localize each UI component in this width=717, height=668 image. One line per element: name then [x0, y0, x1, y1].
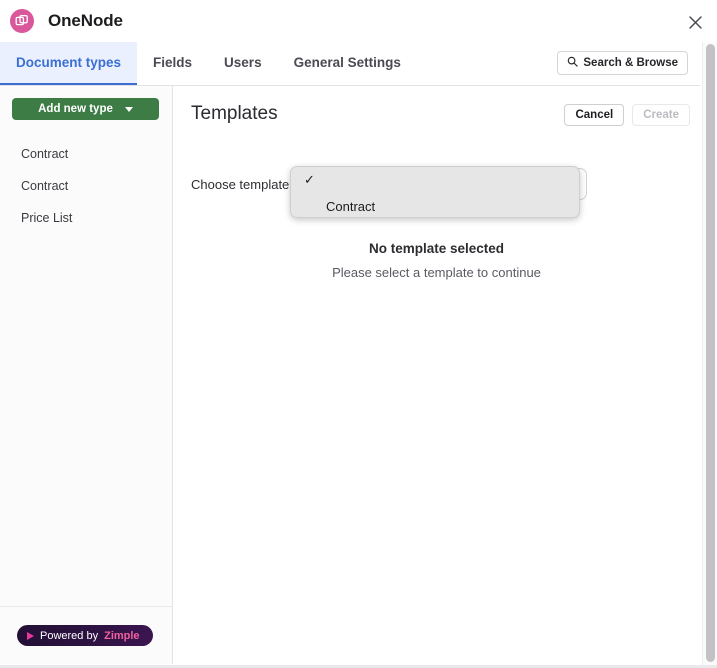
- search-and-browse-button[interactable]: Search & Browse: [557, 51, 688, 75]
- tab-label: Users: [224, 55, 262, 70]
- sidebar-item-label: Contract: [21, 147, 69, 161]
- sidebar-item-contract-2[interactable]: Contract: [0, 170, 173, 202]
- search-and-browse-label: Search & Browse: [583, 57, 678, 69]
- tab-document-types[interactable]: Document types: [0, 42, 138, 85]
- template-select-dropdown[interactable]: ✓ Contract: [290, 166, 580, 218]
- tab-bar: Document types Fields Users General Sett…: [0, 42, 700, 86]
- sidebar: Add new type Contract Contract Price Lis…: [0, 86, 173, 664]
- vertical-scrollbar[interactable]: [702, 42, 717, 668]
- tab-users[interactable]: Users: [208, 42, 278, 85]
- dropdown-option-contract[interactable]: Contract: [291, 193, 579, 217]
- dropdown-option-label: Contract: [326, 198, 376, 214]
- tab-label: Document types: [16, 55, 122, 70]
- onenode-logo-icon: [10, 9, 34, 33]
- checkmark-icon: ✓: [304, 172, 315, 187]
- sidebar-item-contract-1[interactable]: Contract: [0, 138, 173, 170]
- title-bar: OneNode: [0, 0, 717, 42]
- sidebar-footer: Powered by Zimple: [0, 606, 173, 664]
- powered-by-zimple-badge[interactable]: Powered by Zimple: [17, 625, 153, 646]
- window-title: OneNode: [48, 11, 123, 30]
- page-title: Templates: [191, 103, 278, 124]
- cancel-button[interactable]: Cancel: [564, 104, 625, 126]
- dropdown-option-empty[interactable]: ✓: [291, 167, 579, 193]
- tab-fields[interactable]: Fields: [137, 42, 208, 85]
- scrollbar-thumb[interactable]: [706, 44, 715, 662]
- create-label: Create: [643, 109, 679, 121]
- chevron-down-icon: [124, 106, 133, 112]
- panel-actions: Cancel Create: [564, 104, 690, 126]
- empty-state-subtitle: Please select a template to continue: [332, 265, 541, 280]
- tab-general-settings[interactable]: General Settings: [278, 42, 417, 85]
- panel-header: Templates Cancel Create: [173, 86, 700, 142]
- app-window: OneNode Document types Fields Users Gene…: [0, 0, 717, 668]
- add-new-type-button[interactable]: Add new type: [12, 98, 159, 120]
- sidebar-item-label: Price List: [21, 211, 73, 225]
- add-new-type-label: Add new type: [38, 103, 113, 115]
- search-icon: [567, 56, 579, 70]
- create-button[interactable]: Create: [632, 104, 690, 126]
- choose-template-label: Choose template: [191, 176, 290, 192]
- tab-label: Fields: [153, 55, 193, 70]
- play-triangle-icon: [27, 631, 34, 640]
- powered-by-label: Powered by: [40, 629, 99, 642]
- cancel-label: Cancel: [575, 109, 614, 121]
- tab-label: General Settings: [293, 55, 401, 70]
- sidebar-item-price-list[interactable]: Price List: [0, 202, 173, 234]
- document-type-list: Contract Contract Price List: [0, 138, 173, 234]
- empty-state-title: No template selected: [368, 241, 505, 256]
- empty-state: No template selected Please select a tem…: [173, 241, 700, 280]
- zimple-brand-label: Zimple: [104, 629, 140, 642]
- close-icon[interactable]: [681, 8, 709, 36]
- sidebar-item-label: Contract: [21, 179, 69, 193]
